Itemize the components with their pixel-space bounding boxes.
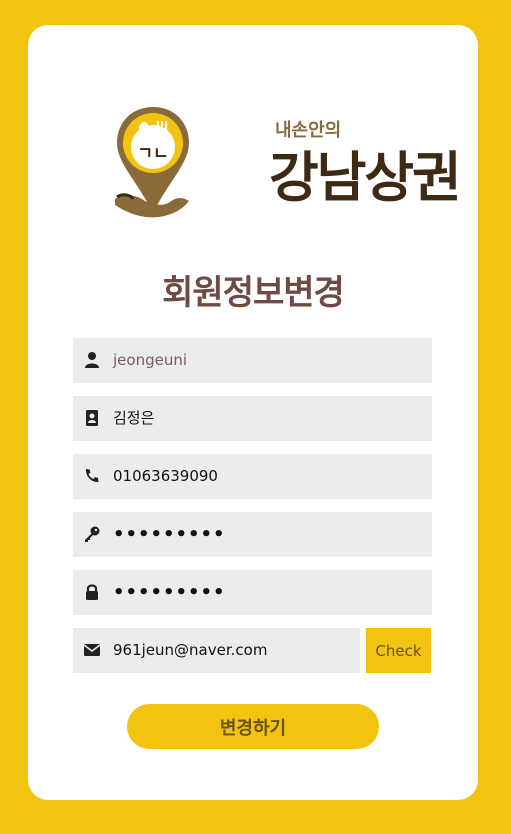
pin-hand-logo-icon: ㄱㄴ <box>115 107 189 218</box>
username-field[interactable]: jeongeuni <box>73 338 432 383</box>
phone-icon <box>83 467 101 485</box>
email-check-button[interactable]: Check <box>366 628 431 673</box>
password-value: ••••••••• <box>113 524 226 545</box>
user-icon <box>83 351 101 369</box>
username-value: jeongeuni <box>113 351 188 369</box>
key-icon <box>83 525 101 543</box>
password-confirm-value: ••••••••• <box>113 582 226 603</box>
lock-icon <box>83 583 101 601</box>
phone-value: 01063639090 <box>113 467 218 485</box>
password-field[interactable]: ••••••••• <box>73 512 432 557</box>
email-value: 961jeun@naver.com <box>113 641 268 659</box>
name-field[interactable]: 김정은 <box>73 396 432 441</box>
id-card-icon <box>83 409 101 427</box>
submit-change-button[interactable]: 변경하기 <box>127 704 379 749</box>
envelope-icon <box>83 641 101 659</box>
app-logo: ㄱㄴ 내손안의 강남상권 <box>113 101 462 241</box>
phone-field[interactable]: 01063639090 <box>73 454 432 499</box>
password-confirm-field[interactable]: ••••••••• <box>73 570 432 615</box>
email-field[interactable]: 961jeun@naver.com <box>73 628 360 673</box>
name-value: 김정은 <box>113 409 155 427</box>
profile-edit-card: ㄱㄴ 내손안의 강남상권 회원정보변경 jeongeuni 김정은 010636… <box>28 25 478 800</box>
logo-name: 강남상권 <box>269 146 462 209</box>
page-title: 회원정보변경 <box>162 273 345 313</box>
pin-text: ㄱㄴ <box>137 144 168 164</box>
